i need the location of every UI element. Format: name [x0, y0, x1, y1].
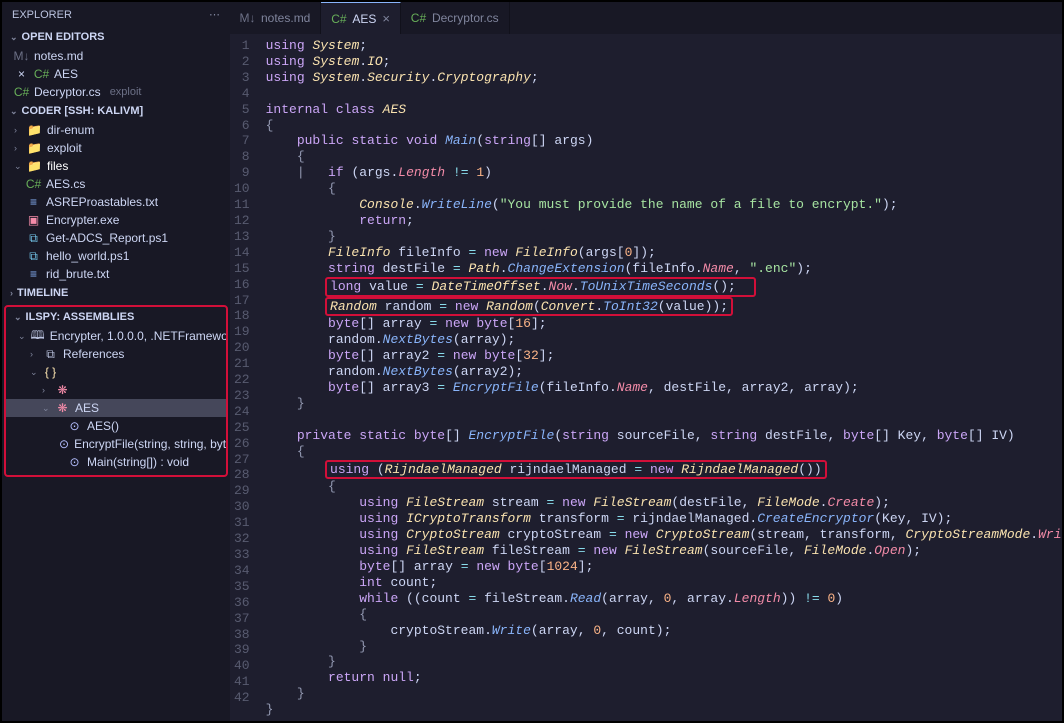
csharp-icon: C#	[34, 67, 49, 81]
open-editor-aes[interactable]: ×C#AES	[2, 65, 230, 83]
file-icon: 📁	[27, 159, 42, 173]
tree-item[interactable]: ≡ASREProastables.txt	[2, 193, 230, 211]
ilspy-item[interactable]: ›⧉References	[6, 345, 226, 363]
node-icon: ⊙	[67, 455, 82, 469]
tree-item[interactable]: ›📁dir-enum	[2, 121, 230, 139]
markdown-icon: M↓	[14, 49, 29, 63]
more-icon[interactable]: ⋯	[209, 8, 220, 21]
close-icon[interactable]: ×	[382, 11, 390, 26]
open-editors-section[interactable]: ⌄OPEN EDITORS	[2, 27, 230, 47]
tree-item[interactable]: ⌄📁files	[2, 157, 230, 175]
tree-item[interactable]: ▣Encrypter.exe	[2, 211, 230, 229]
timeline-section[interactable]: ›TIMELINE	[2, 283, 230, 303]
ilspy-section[interactable]: ⌄ILSPY: ASSEMBLIES	[6, 307, 226, 327]
file-icon: ▣	[26, 213, 41, 227]
node-icon: ❋	[55, 401, 70, 415]
ilspy-item[interactable]: ⊙AES()	[6, 417, 226, 435]
code-editor[interactable]: 1 2 3 4 5 6 7 8 9 10 11 12 13 14 15 16 1…	[230, 34, 1062, 721]
tab-bar: M↓notes.mdC#AES×C#Decryptor.cs	[230, 2, 1062, 34]
file-icon: 📁	[27, 141, 42, 155]
node-icon: 🕮	[31, 329, 45, 343]
node-icon: { }	[43, 365, 58, 379]
ilspy-item[interactable]: ⊙EncryptFile(string, string, byt...	[6, 435, 226, 453]
explorer-title: EXPLORER	[12, 9, 72, 21]
ilspy-item[interactable]: ⊙Main(string[]) : void	[6, 453, 226, 471]
workspace-section[interactable]: ⌄CODER [SSH: KALIVM]	[2, 101, 230, 121]
csharp-icon: C#	[14, 85, 29, 99]
file-icon: C#	[26, 177, 41, 191]
node-icon: ⊙	[59, 437, 69, 451]
close-icon[interactable]: ×	[14, 67, 29, 81]
tab-aes[interactable]: C#AES×	[321, 2, 401, 34]
node-icon: ❋	[55, 383, 70, 397]
tree-item[interactable]: ⧉hello_world.ps1	[2, 247, 230, 265]
file-icon: ≡	[26, 195, 41, 209]
tab-decryptorcs[interactable]: C#Decryptor.cs	[401, 2, 510, 34]
tree-item[interactable]: ≡rid_brute.txt	[2, 265, 230, 283]
tab-icon: C#	[411, 11, 426, 25]
file-icon: ≡	[26, 267, 41, 281]
open-editor-decryptor[interactable]: C#Decryptor.csexploit	[2, 83, 230, 101]
open-editor-notes[interactable]: M↓notes.md	[2, 47, 230, 65]
code-content[interactable]: using System; using System.IO; using Sys…	[262, 34, 1062, 721]
editor-pane: M↓notes.mdC#AES×C#Decryptor.cs 1 2 3 4 5…	[230, 2, 1062, 721]
node-icon: ⧉	[43, 347, 58, 361]
ilspy-item[interactable]: ⌄{ }	[6, 363, 226, 381]
tree-item[interactable]: ⧉Get-ADCS_Report.ps1	[2, 229, 230, 247]
ilspy-item[interactable]: ›❋	[6, 381, 226, 399]
ilspy-item[interactable]: ⌄🕮Encrypter, 1.0.0.0, .NETFramewor...	[6, 327, 226, 345]
node-icon: ⊙	[67, 419, 82, 433]
tab-icon: M↓	[240, 11, 255, 25]
file-icon: ⧉	[26, 231, 41, 245]
ilspy-item[interactable]: ⌄❋AES	[6, 399, 226, 417]
file-icon: 📁	[27, 123, 42, 137]
tab-icon: C#	[331, 12, 346, 26]
ilspy-highlight-box: ⌄ILSPY: ASSEMBLIES ⌄🕮Encrypter, 1.0.0.0,…	[4, 305, 228, 477]
line-gutter: 1 2 3 4 5 6 7 8 9 10 11 12 13 14 15 16 1…	[230, 34, 262, 721]
tab-notesmd[interactable]: M↓notes.md	[230, 2, 321, 34]
file-icon: ⧉	[26, 249, 41, 263]
sidebar: EXPLORER ⋯ ⌄OPEN EDITORS M↓notes.md × C#A…	[2, 2, 230, 721]
tree-item[interactable]: C#AES.cs	[2, 175, 230, 193]
tree-item[interactable]: ›📁exploit	[2, 139, 230, 157]
